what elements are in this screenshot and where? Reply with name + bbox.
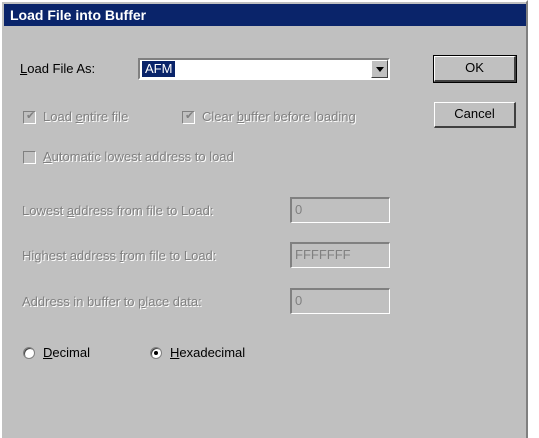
cancel-button-label: Cancel xyxy=(454,106,495,121)
lowest-address-field[interactable]: 0 xyxy=(290,197,390,223)
decimal-radio[interactable] xyxy=(23,347,35,359)
clear-buffer-checkbox[interactable]: ✔ xyxy=(182,110,195,124)
auto-lowest-address-checkbox[interactable] xyxy=(23,151,36,164)
radio-selected-dot xyxy=(154,351,158,355)
load-entire-file-checkbox[interactable]: ✔ xyxy=(23,110,36,124)
place-address-field[interactable]: 0 xyxy=(290,288,390,314)
checkmark-icon: ✔ xyxy=(185,110,195,122)
window-title: Load File into Buffer xyxy=(10,7,147,23)
clear-buffer-label: Clear buffer before loading xyxy=(202,109,356,124)
highest-address-label: Highest address from file to Load: xyxy=(22,248,217,263)
ok-button[interactable]: OK xyxy=(433,55,517,83)
chevron-down-icon xyxy=(376,67,384,72)
title-bar[interactable]: Load File into Buffer xyxy=(4,4,526,26)
ok-button-label: OK xyxy=(465,60,484,75)
load-entire-file-label: Load entire file xyxy=(43,109,129,124)
auto-lowest-address-label: Automatic lowest address to load xyxy=(43,149,234,164)
checkmark-icon: ✔ xyxy=(26,110,36,122)
place-address-label: Address in buffer to place data: xyxy=(22,294,202,309)
hexadecimal-label: Hexadecimal xyxy=(170,345,246,360)
load-file-as-label: Load File As: xyxy=(20,61,96,76)
hexadecimal-radio[interactable] xyxy=(150,347,162,359)
decimal-label: Decimal xyxy=(43,345,90,360)
load-file-dialog: Load File into Buffer Load File As: AFM … xyxy=(0,0,528,438)
highest-address-field[interactable]: FFFFFFF xyxy=(290,242,390,268)
load-file-as-combobox[interactable]: AFM xyxy=(138,58,390,80)
load-file-as-selected: AFM xyxy=(142,61,176,77)
dropdown-arrow-button[interactable] xyxy=(371,60,388,78)
lowest-address-label: Lowest address from file to Load: xyxy=(22,203,214,218)
cancel-button[interactable]: Cancel xyxy=(434,102,516,128)
